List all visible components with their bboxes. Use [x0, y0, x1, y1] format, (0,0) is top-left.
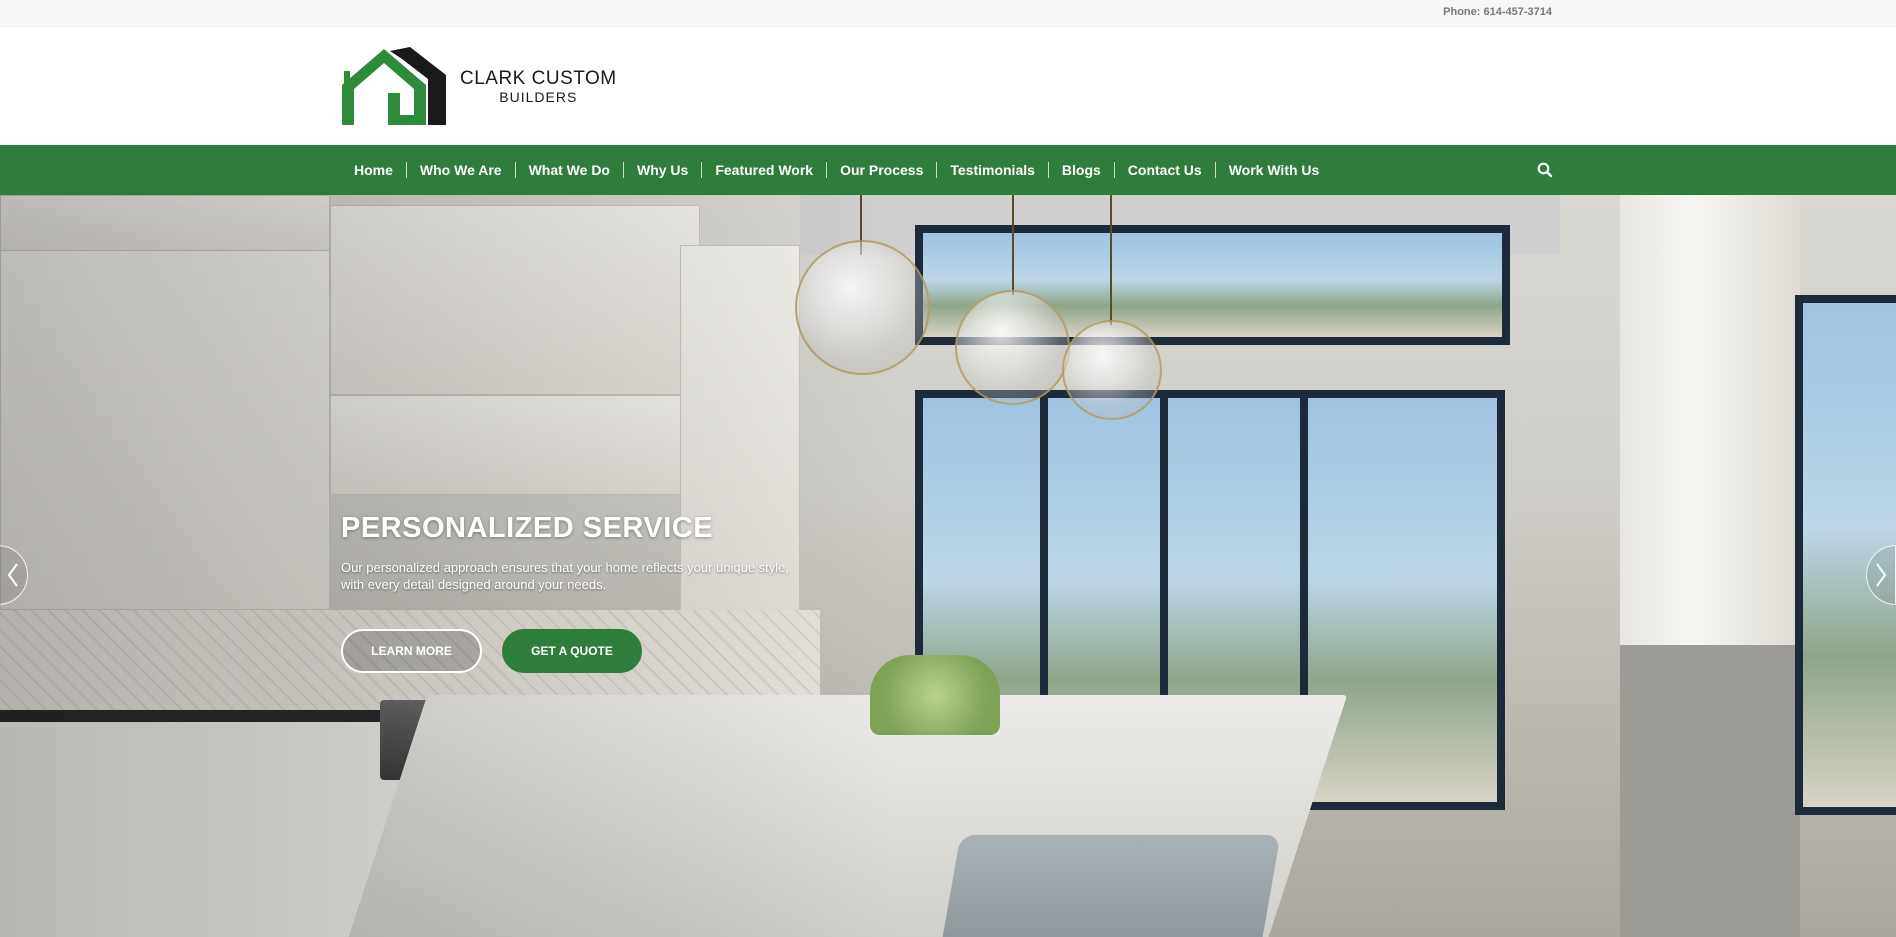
nav-item-work-with-us[interactable]: Work With Us [1214, 162, 1333, 178]
logo-text: CLARK CUSTOM BUILDERS [460, 69, 617, 104]
chevron-left-icon [7, 563, 18, 587]
nav-item-what-we-do[interactable]: What We Do [514, 162, 623, 178]
site-logo[interactable]: CLARK CUSTOM BUILDERS [340, 45, 620, 127]
nav-menu: Home Who We Are What We Do Why Us Featur… [341, 145, 1332, 195]
nav-item-who-we-are[interactable]: Who We Are [405, 162, 515, 178]
top-bar: Phone: 614-457-3714 [0, 0, 1896, 27]
logo-line-2: BUILDERS [499, 88, 578, 105]
nav-item-featured-work[interactable]: Featured Work [701, 162, 826, 178]
nav-item-our-process[interactable]: Our Process [826, 162, 936, 178]
nav-item-contact-us[interactable]: Contact Us [1113, 162, 1215, 178]
nav-item-blogs[interactable]: Blogs [1047, 162, 1114, 178]
phone-number[interactable]: Phone: 614-457-3714 [1443, 6, 1552, 18]
slide-description: Our personalized approach ensures that y… [341, 560, 790, 592]
nav-item-home[interactable]: Home [341, 162, 406, 178]
site-header: CLARK CUSTOM BUILDERS [0, 27, 1896, 145]
nav-item-testimonials[interactable]: Testimonials [936, 162, 1048, 178]
hero-slider: PERSONALIZED SERVICE Our personalized ap… [0, 195, 1896, 937]
house-logo-icon [342, 47, 446, 125]
chevron-right-icon [1876, 563, 1887, 587]
main-navigation: Home Who We Are What We Do Why Us Featur… [0, 145, 1896, 195]
nav-item-why-us[interactable]: Why Us [622, 162, 701, 178]
learn-more-button[interactable]: LEARN MORE [341, 629, 482, 673]
get-a-quote-button[interactable]: GET A QUOTE [502, 629, 642, 673]
search-icon[interactable] [1536, 161, 1554, 179]
logo-line-1: CLARK CUSTOM [460, 67, 617, 89]
slide-title: PERSONALIZED SERVICE [341, 512, 714, 544]
